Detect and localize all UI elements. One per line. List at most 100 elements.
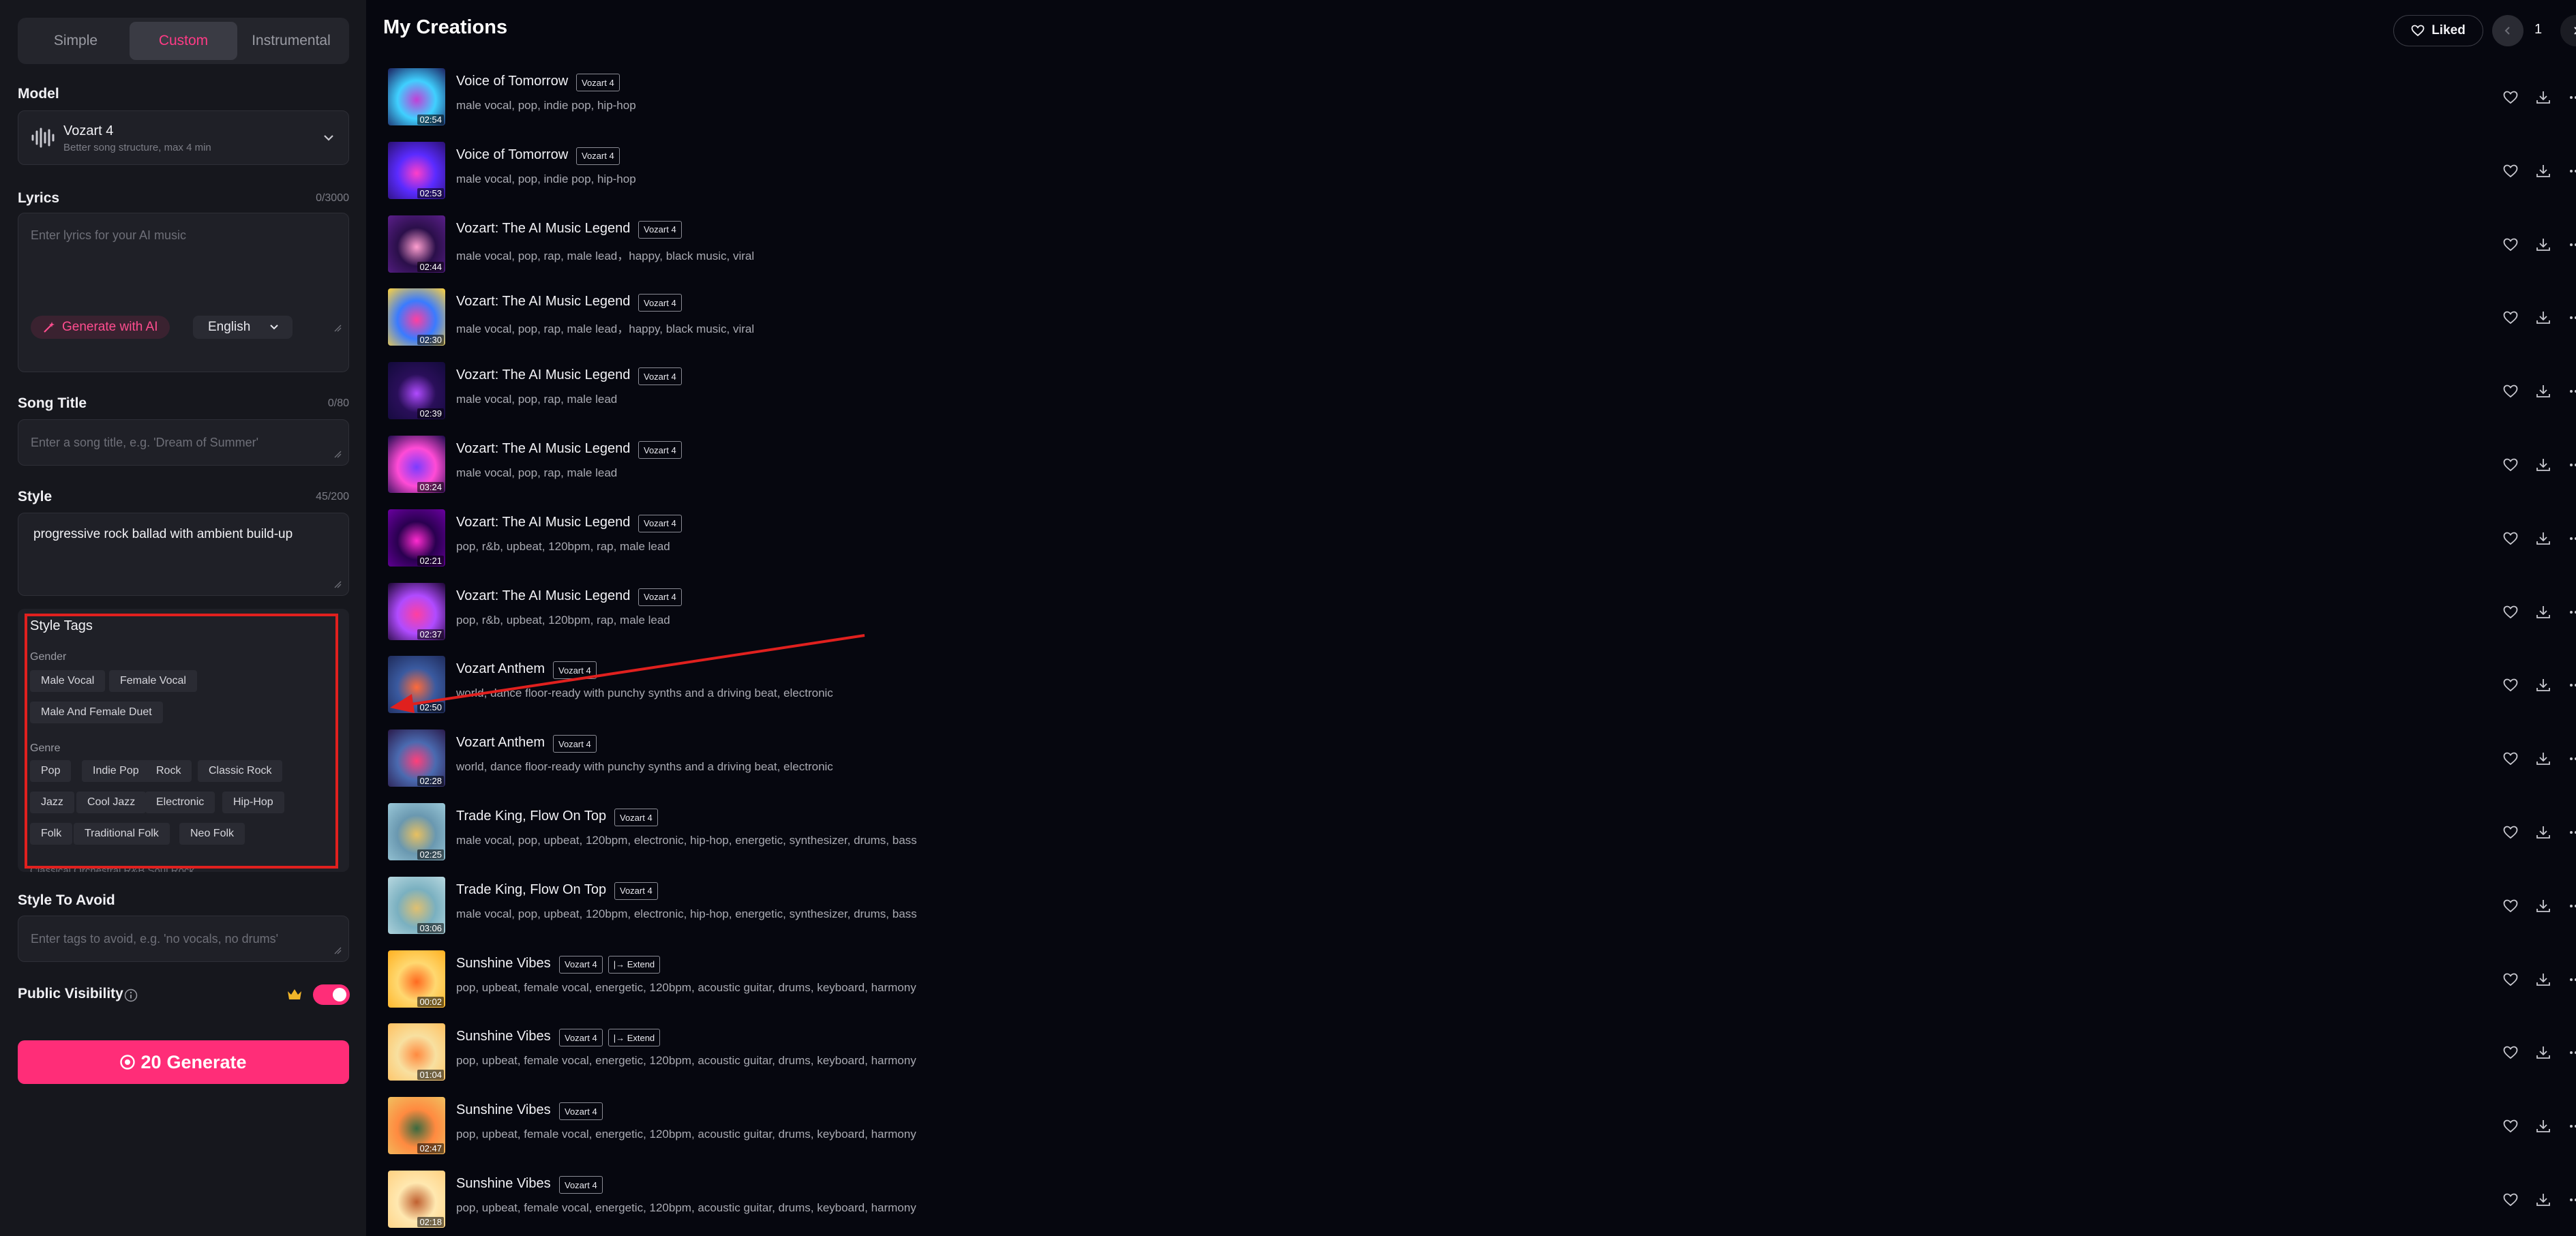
song-cover[interactable]: 02:44 bbox=[388, 215, 445, 273]
download-icon[interactable] bbox=[2534, 1191, 2552, 1209]
generate-lyrics-button[interactable]: Generate with AI bbox=[31, 316, 170, 339]
song-cover[interactable]: 00:02 bbox=[388, 950, 445, 1008]
heart-icon[interactable] bbox=[2502, 1117, 2519, 1135]
download-icon[interactable] bbox=[2534, 530, 2552, 547]
song-row[interactable]: 02:30 Vozart: The AI Music Legend Vozart 4… bbox=[388, 287, 2576, 347]
tag-jazz[interactable]: Jazz bbox=[30, 792, 74, 813]
heart-icon[interactable] bbox=[2502, 530, 2519, 547]
song-row[interactable]: 02:50 Vozart Anthem Vozart 4 world, dance f… bbox=[388, 654, 2576, 714]
more-options-icon[interactable] bbox=[2567, 824, 2576, 841]
download-icon[interactable] bbox=[2534, 971, 2552, 989]
download-icon[interactable] bbox=[2534, 603, 2552, 621]
song-title[interactable]: Vozart: The AI Music Legend bbox=[456, 221, 630, 237]
download-icon[interactable] bbox=[2534, 1117, 2552, 1135]
song-row[interactable]: 03:06 Trade King, Flow On Top Vozart 4 male… bbox=[388, 875, 2576, 935]
more-options-icon[interactable] bbox=[2567, 530, 2576, 547]
more-options-icon[interactable] bbox=[2567, 897, 2576, 915]
more-options-icon[interactable] bbox=[2567, 1117, 2576, 1135]
download-icon[interactable] bbox=[2534, 676, 2552, 694]
liked-filter-button[interactable]: Liked bbox=[2393, 15, 2483, 46]
song-row[interactable]: 02:47 Sunshine Vibes Vozart 4 pop, upbeat, … bbox=[388, 1096, 2576, 1156]
song-row[interactable]: 02:53 Voice of Tomorrow Vozart 4 male vocal… bbox=[388, 140, 2576, 200]
heart-icon[interactable] bbox=[2502, 750, 2519, 768]
resize-handle-icon[interactable] bbox=[333, 450, 342, 458]
more-options-icon[interactable] bbox=[2567, 676, 2576, 694]
lyrics-textarea[interactable]: Enter lyrics for your AI music Generate … bbox=[18, 213, 349, 372]
resize-handle-icon[interactable] bbox=[333, 324, 342, 332]
tab-simple[interactable]: Simple bbox=[22, 22, 130, 60]
more-options-icon[interactable] bbox=[2567, 309, 2576, 327]
song-cover[interactable]: 02:18 bbox=[388, 1171, 445, 1228]
song-cover[interactable]: 02:47 bbox=[388, 1097, 445, 1155]
song-cover[interactable]: 02:54 bbox=[388, 68, 445, 125]
tag-rock[interactable]: Rock bbox=[145, 760, 192, 782]
song-title[interactable]: Vozart Anthem bbox=[456, 735, 545, 751]
more-options-icon[interactable] bbox=[2567, 603, 2576, 621]
info-icon[interactable] bbox=[124, 989, 138, 1002]
tag-neo-folk[interactable]: Neo Folk bbox=[179, 823, 245, 845]
tag-cool-jazz[interactable]: Cool Jazz bbox=[76, 792, 147, 813]
song-cover[interactable]: 03:24 bbox=[388, 436, 445, 493]
more-options-icon[interactable] bbox=[2567, 382, 2576, 400]
download-icon[interactable] bbox=[2534, 236, 2552, 254]
song-title[interactable]: Sunshine Vibes bbox=[456, 1102, 551, 1118]
resize-handle-icon[interactable] bbox=[333, 946, 342, 954]
download-icon[interactable] bbox=[2534, 897, 2552, 915]
song-title[interactable]: Sunshine Vibes bbox=[456, 1176, 551, 1192]
heart-icon[interactable] bbox=[2502, 162, 2519, 180]
more-options-icon[interactable] bbox=[2567, 456, 2576, 474]
song-title[interactable]: Vozart: The AI Music Legend bbox=[456, 441, 630, 457]
tag-electronic[interactable]: Electronic bbox=[145, 792, 215, 813]
song-cover[interactable]: 02:30 bbox=[388, 288, 445, 346]
more-options-icon[interactable] bbox=[2567, 1191, 2576, 1209]
song-title[interactable]: Sunshine Vibes bbox=[456, 1029, 551, 1044]
song-row[interactable]: 01:04 Sunshine Vibes Vozart 4 |→ Extend pop,… bbox=[388, 1022, 2576, 1082]
heart-icon[interactable] bbox=[2502, 382, 2519, 400]
song-title[interactable]: Sunshine Vibes bbox=[456, 956, 551, 971]
song-row[interactable]: 03:24 Vozart: The AI Music Legend Vozart 4… bbox=[388, 434, 2576, 494]
download-icon[interactable] bbox=[2534, 162, 2552, 180]
song-title-input[interactable]: Enter a song title, e.g. 'Dream of Summe… bbox=[18, 419, 349, 466]
song-row[interactable]: 02:37 Vozart: The AI Music Legend Vozart 4… bbox=[388, 582, 2576, 642]
heart-icon[interactable] bbox=[2502, 1044, 2519, 1061]
heart-icon[interactable] bbox=[2502, 971, 2519, 989]
heart-icon[interactable] bbox=[2502, 676, 2519, 694]
more-options-icon[interactable] bbox=[2567, 162, 2576, 180]
heart-icon[interactable] bbox=[2502, 236, 2519, 254]
song-row[interactable]: 02:21 Vozart: The AI Music Legend Vozart 4… bbox=[388, 508, 2576, 568]
download-icon[interactable] bbox=[2534, 824, 2552, 841]
song-row[interactable]: 02:18 Sunshine Vibes Vozart 4 pop, upbeat, … bbox=[388, 1169, 2576, 1229]
song-title[interactable]: Voice of Tomorrow bbox=[456, 74, 568, 89]
heart-icon[interactable] bbox=[2502, 456, 2519, 474]
language-select[interactable]: English bbox=[193, 316, 293, 339]
tab-custom[interactable]: Custom bbox=[130, 22, 237, 60]
song-title[interactable]: Vozart: The AI Music Legend bbox=[456, 515, 630, 530]
song-cover[interactable]: 01:04 bbox=[388, 1023, 445, 1081]
tag-male-vocal[interactable]: Male Vocal bbox=[30, 670, 106, 692]
heart-icon[interactable] bbox=[2502, 824, 2519, 841]
model-select[interactable]: Vozart 4 Better song structure, max 4 mi… bbox=[18, 110, 349, 165]
song-row[interactable]: 02:28 Vozart Anthem Vozart 4 world, dance f… bbox=[388, 728, 2576, 788]
tag-hip-hop[interactable]: Hip-Hop bbox=[222, 792, 284, 813]
tag-traditional-folk[interactable]: Traditional Folk bbox=[74, 823, 170, 845]
heart-icon[interactable] bbox=[2502, 309, 2519, 327]
song-cover[interactable]: 02:39 bbox=[388, 362, 445, 420]
heart-icon[interactable] bbox=[2502, 89, 2519, 106]
song-row[interactable]: 02:44 Vozart: The AI Music Legend Vozart 4… bbox=[388, 214, 2576, 274]
song-cover[interactable]: 02:21 bbox=[388, 509, 445, 567]
song-title[interactable]: Vozart Anthem bbox=[456, 661, 545, 677]
download-icon[interactable] bbox=[2534, 89, 2552, 106]
tag-classic-rock[interactable]: Classic Rock bbox=[198, 760, 283, 782]
song-row[interactable]: 00:02 Sunshine Vibes Vozart 4 |→ Extend pop,… bbox=[388, 949, 2576, 1009]
song-row[interactable]: 02:39 Vozart: The AI Music Legend Vozart 4… bbox=[388, 361, 2576, 421]
song-cover[interactable]: 02:28 bbox=[388, 729, 445, 787]
next-page-button[interactable] bbox=[2560, 15, 2576, 46]
download-icon[interactable] bbox=[2534, 750, 2552, 768]
download-icon[interactable] bbox=[2534, 309, 2552, 327]
public-visibility-toggle[interactable] bbox=[313, 984, 350, 1005]
more-options-icon[interactable] bbox=[2567, 971, 2576, 989]
heart-icon[interactable] bbox=[2502, 1191, 2519, 1209]
song-title[interactable]: Trade King, Flow On Top bbox=[456, 809, 606, 824]
song-cover[interactable]: 03:06 bbox=[388, 876, 445, 934]
generate-button[interactable]: 20 Generate bbox=[18, 1040, 349, 1084]
